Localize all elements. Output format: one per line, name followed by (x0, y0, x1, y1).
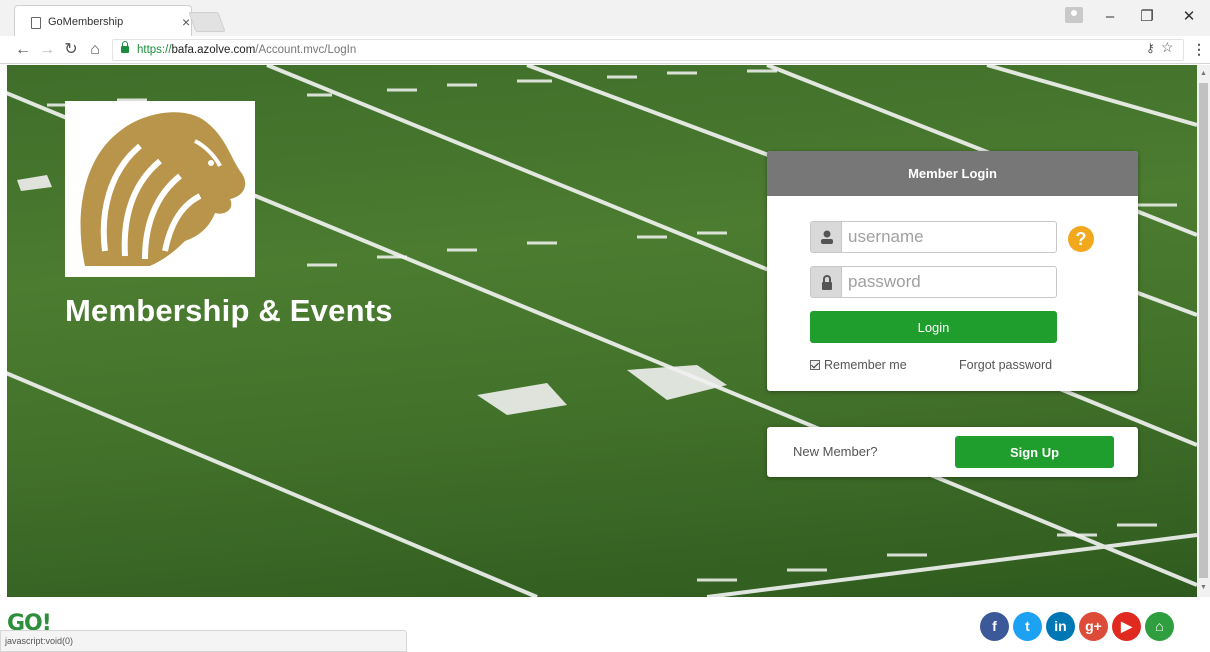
brand-title: Membership & Events (65, 293, 393, 328)
vertical-scrollbar[interactable]: ▲ ▼ (1197, 65, 1210, 597)
address-bar: ← → ↻ ⌂ https://bafa.azolve.com/Account.… (0, 36, 1210, 64)
new-member-label: New Member? (793, 444, 878, 459)
username-input[interactable] (841, 221, 1057, 253)
help-icon[interactable]: ? (1068, 226, 1094, 252)
lion-logo-image (80, 112, 246, 266)
linkedin-icon[interactable]: in (1046, 612, 1075, 641)
page-icon (31, 17, 41, 29)
login-card: Member Login ? Login Remember me (767, 151, 1138, 391)
browser-tab[interactable]: GoMembership × (14, 5, 192, 36)
back-icon[interactable]: ← (14, 40, 32, 60)
restore-icon[interactable]: ❐ (1137, 8, 1157, 26)
signup-card: New Member? Sign Up (767, 427, 1138, 477)
url-input[interactable]: https://bafa.azolve.com/Account.mvc/LogI… (112, 39, 1184, 61)
browser-tab-bar: GoMembership × – ❐ ✕ (0, 0, 1210, 36)
new-tab-button[interactable] (188, 12, 226, 32)
lion-logo[interactable] (65, 101, 255, 277)
minimize-icon[interactable]: – (1100, 8, 1120, 26)
reload-icon[interactable]: ↻ (62, 40, 80, 60)
home-icon[interactable]: ⌂ (1145, 612, 1174, 641)
sign-up-button[interactable]: Sign Up (955, 436, 1114, 468)
close-window-icon[interactable]: ✕ (1179, 8, 1199, 26)
username-group (810, 221, 1057, 253)
username-addon (810, 221, 842, 253)
tab-title: GoMembership (48, 16, 124, 28)
login-button[interactable]: Login (810, 311, 1057, 343)
scroll-thumb[interactable] (1199, 83, 1208, 578)
password-input[interactable] (841, 266, 1057, 298)
login-header: Member Login (767, 151, 1138, 196)
scroll-down-icon[interactable]: ▼ (1200, 584, 1207, 591)
status-bar: javascript:void(0) (0, 630, 407, 652)
facebook-icon[interactable]: f (980, 612, 1009, 641)
page-viewport: Membership & Events Member Login ? L (7, 65, 1197, 597)
scroll-up-icon[interactable]: ▲ (1200, 70, 1207, 77)
user-icon (821, 230, 833, 244)
bookmark-star-icon[interactable]: ☆ (1161, 39, 1174, 56)
status-text: javascript:void(0) (5, 636, 74, 646)
password-group (810, 266, 1057, 298)
youtube-icon[interactable]: ▶ (1112, 612, 1141, 641)
remember-me-checkbox[interactable] (810, 360, 820, 370)
url-text: https://bafa.azolve.com/Account.mvc/LogI… (137, 44, 357, 56)
password-addon (810, 266, 842, 298)
secure-lock-icon (121, 41, 129, 53)
browser-menu-icon[interactable]: ⋮ (1192, 41, 1206, 58)
google-plus-icon[interactable]: g+ (1079, 612, 1108, 641)
profile-icon[interactable] (1065, 7, 1083, 23)
tab-close-icon[interactable]: × (182, 14, 190, 30)
key-icon[interactable]: ⚷ (1146, 41, 1155, 55)
page-footer: GO! javascript:void(0) f t in g+ ▶ ⌂ (0, 597, 1210, 652)
lock-icon (822, 275, 832, 290)
home-nav-icon[interactable]: ⌂ (86, 40, 104, 60)
twitter-icon[interactable]: t (1013, 612, 1042, 641)
forgot-password-link[interactable]: Forgot password (959, 358, 1052, 372)
remember-me-label: Remember me (824, 358, 907, 372)
forward-icon[interactable]: → (38, 40, 56, 60)
remember-me[interactable]: Remember me (810, 358, 907, 372)
